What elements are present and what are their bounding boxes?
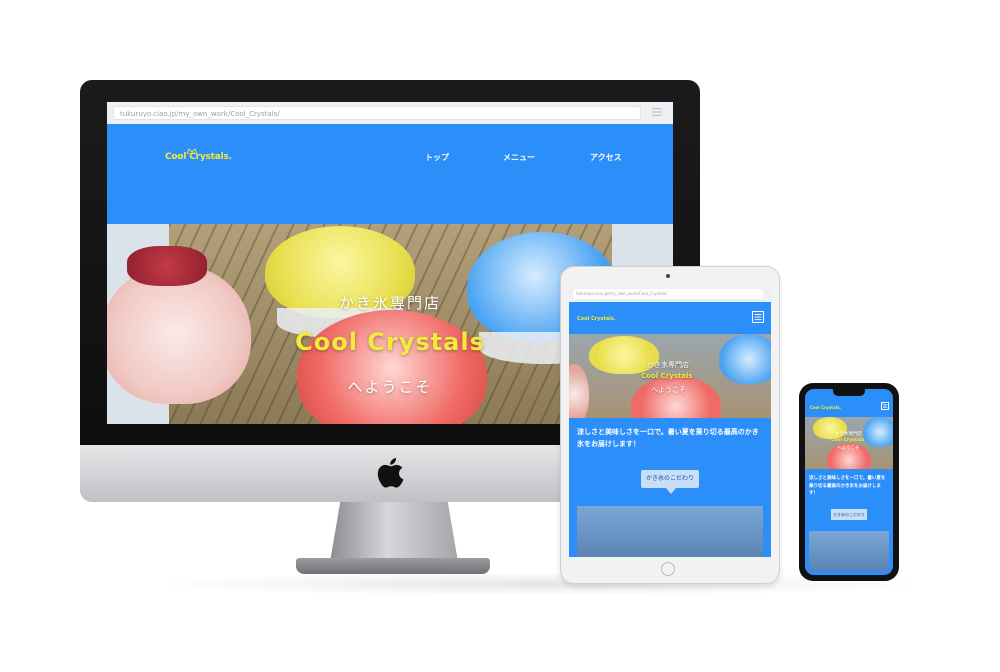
desktop-address-bar: tukuruyo.ciao.jp/my_own_work/Cool_Crysta…: [107, 102, 673, 125]
strawberry-topping: [127, 246, 207, 286]
site-header: Cool Crystals. トップ メニュー アクセス: [107, 124, 673, 224]
tablet-callout-button[interactable]: かき氷のこだわり: [641, 470, 699, 488]
imac-stand-neck: [330, 502, 458, 562]
nav-item-top[interactable]: トップ: [425, 152, 449, 163]
tablet-site-logo[interactable]: Cool Crystals.: [577, 316, 616, 322]
tablet-address-bar: tukuruyo.ciao.jp/my_own_work/Cool_Crysta…: [569, 286, 771, 302]
tablet-browser-screen: tukuruyo.ciao.jp/my_own_work/Cool_Crysta…: [569, 286, 771, 557]
tablet-hero: かき氷専門店 Cool Crystals へようこそ: [569, 334, 771, 418]
desktop-url-field[interactable]: tukuruyo.ciao.jp/my_own_work/Cool_Crysta…: [113, 106, 641, 120]
ipad-home-button[interactable]: [661, 562, 675, 576]
tablet-url-field[interactable]: tukuruyo.ciao.jp/my_own_work/Cool_Crysta…: [573, 289, 763, 299]
imac-stand-foot: [296, 558, 490, 574]
nav-item-access[interactable]: アクセス: [590, 152, 622, 163]
hamburger-menu-icon[interactable]: [881, 402, 889, 410]
tablet-hero-welcome: へようこそ: [651, 386, 686, 394]
callout-tail: [666, 488, 676, 494]
tablet-intro-text: 涼しさと美味しさを一口で。暑い夏を乗り切る最高のかき氷をお届けします！: [577, 428, 759, 448]
nav-item-menu[interactable]: メニュー: [503, 152, 535, 163]
phone-site-logo[interactable]: Cool Crystals.: [810, 405, 841, 410]
site-logo[interactable]: Cool Crystals.: [165, 152, 232, 162]
blue-shaved-ice: [863, 417, 893, 447]
phone-hero-welcome: へようこそ: [837, 446, 860, 451]
browser-menu-icon[interactable]: [652, 108, 662, 116]
ipad-camera: [666, 274, 670, 278]
phone-hero: かき氷専門店 Cool Crystals へようこそ: [805, 417, 893, 469]
phone-hero-subtitle: かき氷専門店: [835, 432, 862, 437]
tablet-hero-subtitle: かき氷専門店: [647, 361, 689, 369]
phone-intro-text: 涼しさと美味しさを一口で。暑い夏を乗り切る最高のかき氷をお届けします！: [809, 476, 886, 496]
strawberry-milk-shaved-ice: [569, 364, 589, 418]
phone-hero-title: Cool Crystals: [831, 438, 865, 443]
tablet-section-photo: [577, 506, 763, 557]
apple-logo-icon: [377, 458, 404, 488]
red-shaved-ice: [631, 376, 721, 418]
phone-section-photo: [809, 531, 889, 571]
tablet-hero-title: Cool Crystals: [641, 372, 693, 380]
iphone-notch: [833, 389, 865, 396]
hamburger-menu-icon[interactable]: [752, 311, 764, 323]
blue-shaved-ice: [719, 334, 771, 384]
phone-browser-screen: Cool Crystals. かき氷専門店 Cool Crystals へようこ…: [805, 389, 893, 575]
phone-callout-button[interactable]: かき氷のこだわり: [831, 509, 867, 520]
